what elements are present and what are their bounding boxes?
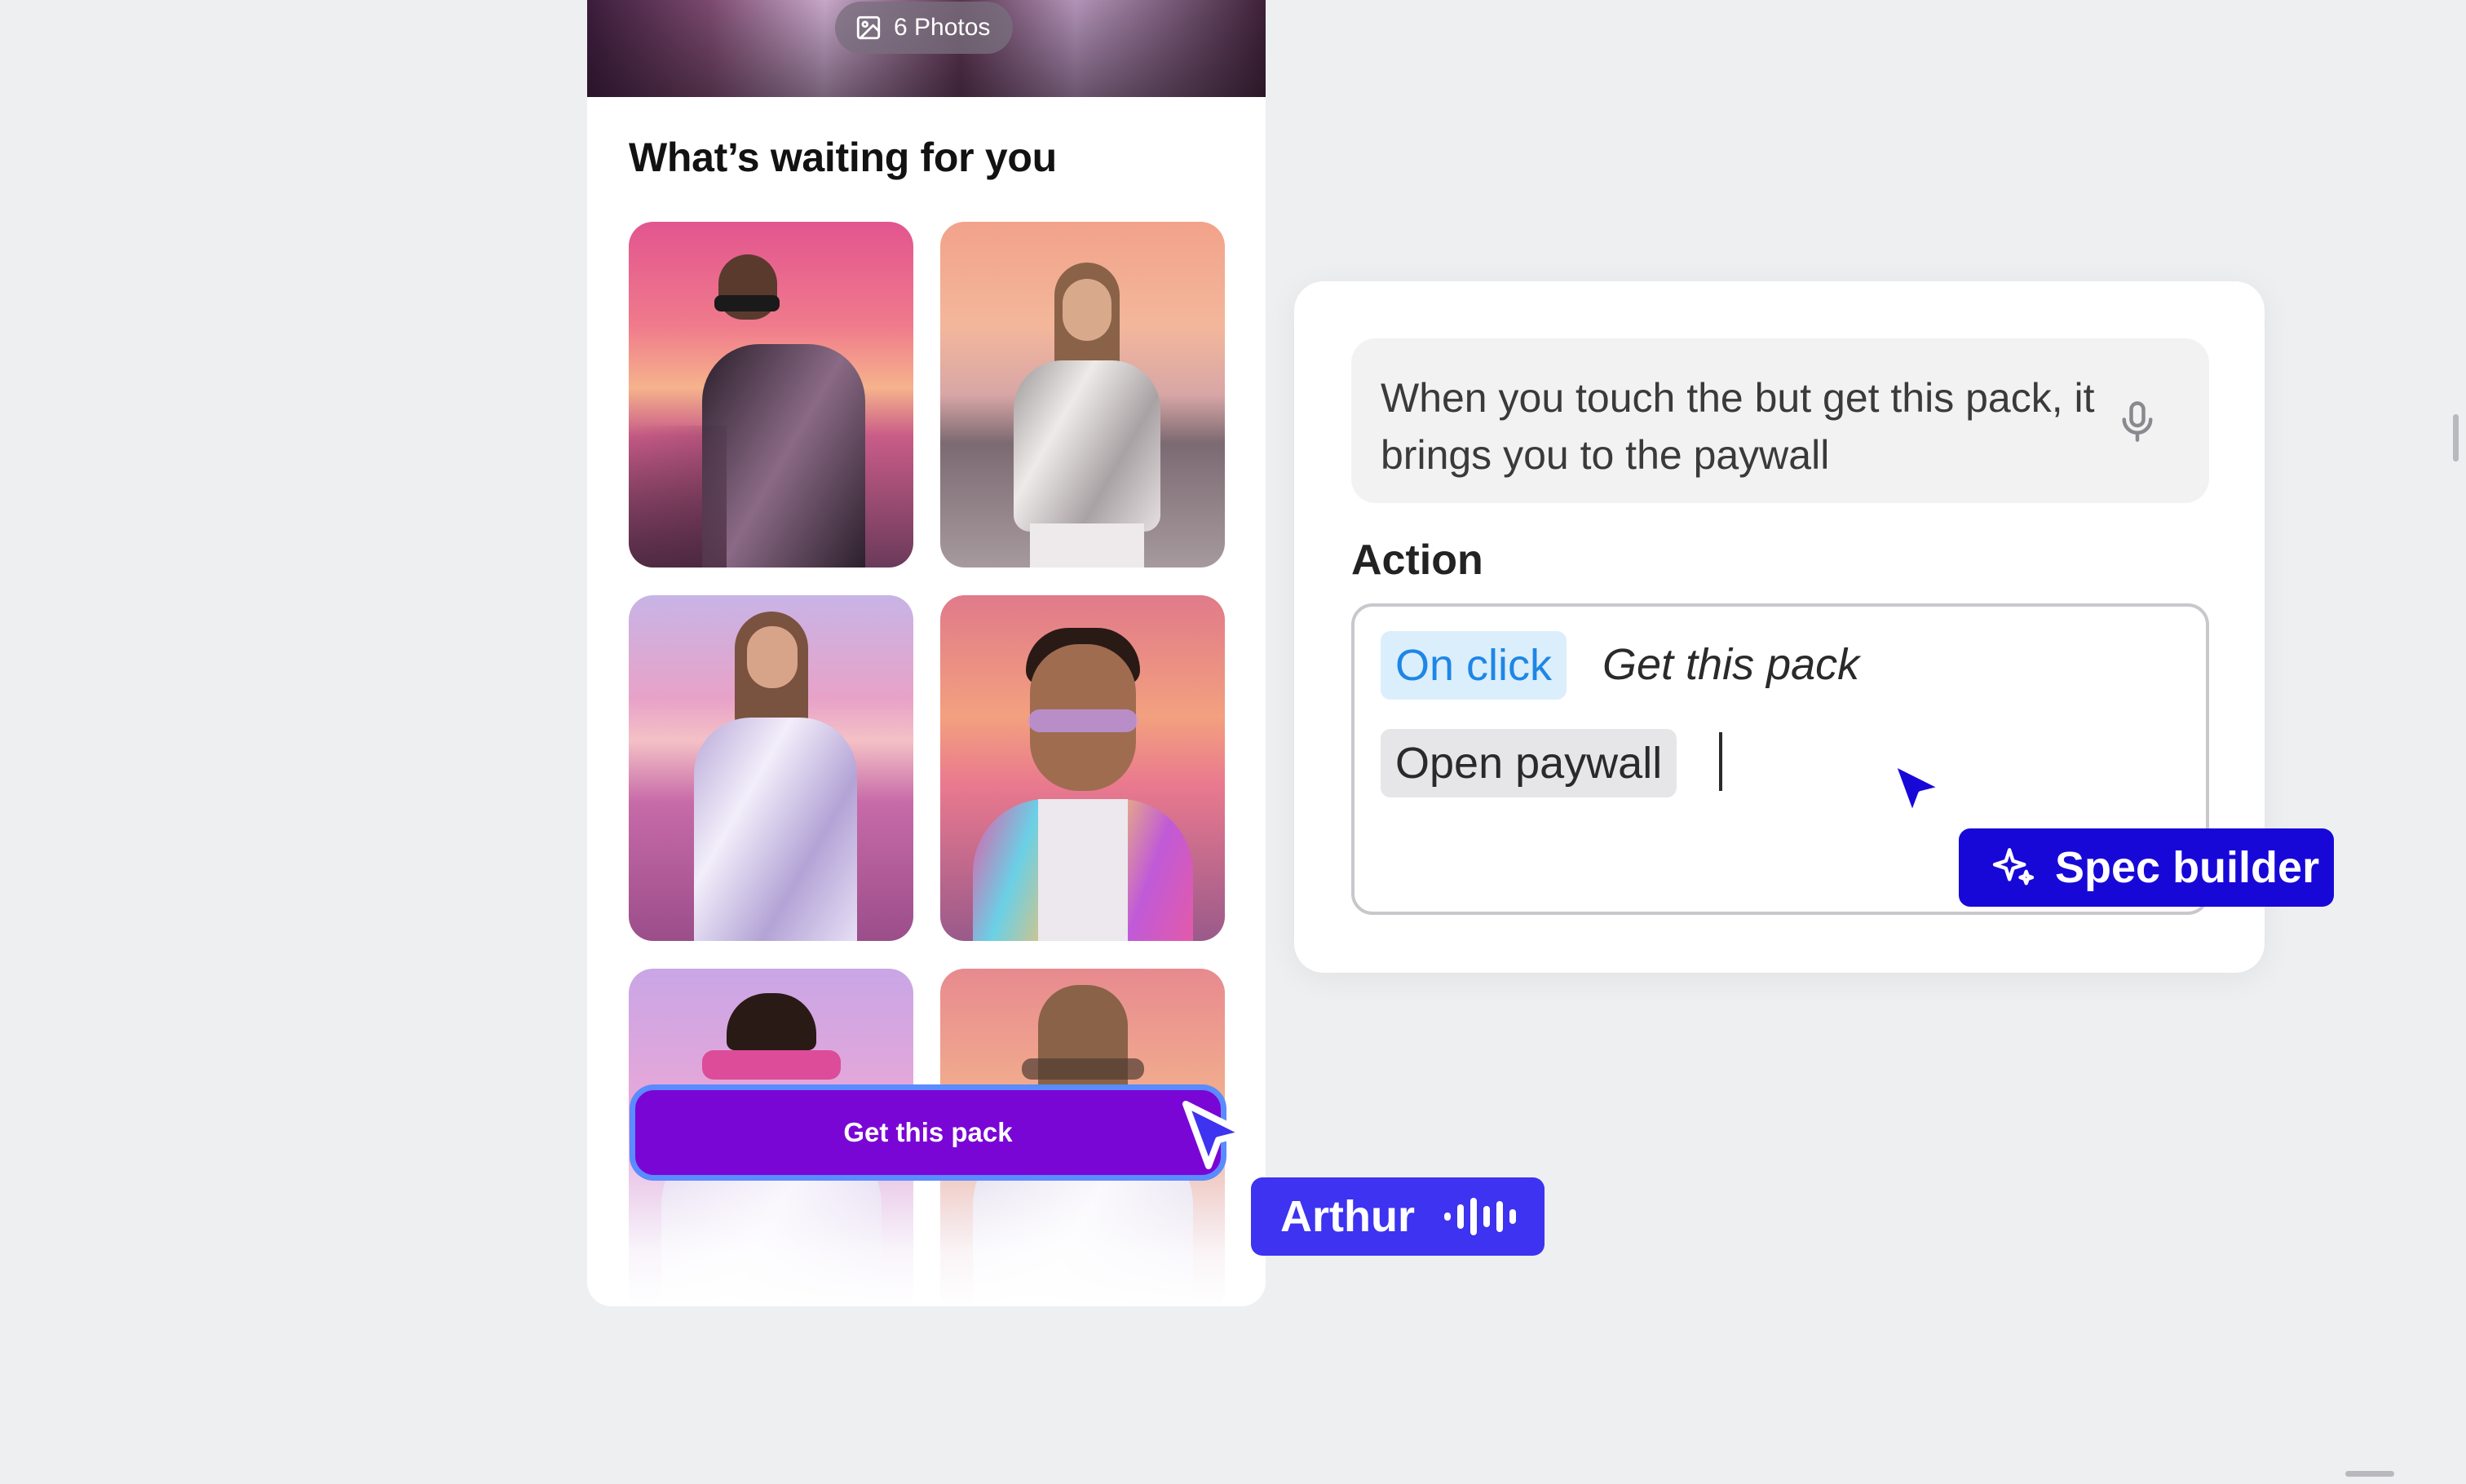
audio-waveform-icon [1443, 1198, 1516, 1235]
collaborator-name: Arthur [1280, 1192, 1415, 1241]
image-icon [856, 15, 881, 40]
microphone-icon[interactable] [2113, 397, 2162, 446]
home-indicator [2345, 1471, 2394, 1477]
sparkles-icon [1992, 848, 2035, 886]
prompt-text: When you touch the but get this pack, it… [1381, 375, 2095, 478]
scrollbar-thumb[interactable] [2453, 414, 2459, 462]
spec-builder-label: Spec builder [2055, 843, 2320, 892]
photo-count-label: 6 Photos [894, 14, 991, 41]
pointer-cursor-icon [1182, 1101, 1248, 1169]
sample-photo[interactable] [629, 595, 913, 941]
sample-photo[interactable] [940, 222, 1225, 568]
pointer-cursor-icon [1889, 759, 1947, 819]
photo-count-badge: 6 Photos [835, 2, 1014, 54]
get-this-pack-button[interactable]: Get this pack [630, 1084, 1226, 1181]
trigger-chip[interactable]: On click [1381, 631, 1567, 700]
trigger-target: Get this pack [1602, 640, 1860, 689]
sample-photo[interactable] [629, 222, 913, 568]
collaborator-tag-arthur: Arthur [1251, 1177, 1545, 1256]
sample-photo[interactable] [940, 595, 1225, 941]
prompt-field[interactable]: When you touch the but get this pack, it… [1351, 338, 2209, 503]
text-caret [1719, 732, 1722, 791]
section-title: What’s waiting for you [629, 135, 1057, 180]
result-chip[interactable]: Open paywall [1381, 729, 1677, 797]
action-heading: Action [1351, 537, 1483, 584]
collaborator-tag-spec-builder: Spec builder [1959, 828, 2334, 907]
